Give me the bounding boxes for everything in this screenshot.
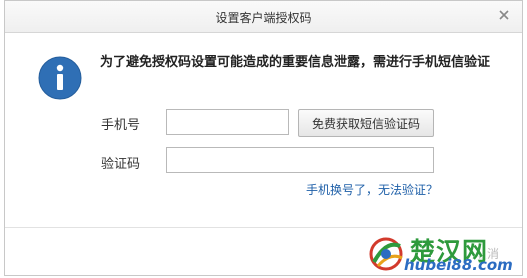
dialog-titlebar: 设置客户端授权码 (5, 1, 522, 33)
close-icon[interactable] (496, 7, 512, 23)
verification-code-input[interactable] (166, 147, 434, 173)
get-sms-code-button[interactable]: 免费获取短信验证码 (298, 109, 434, 137)
phone-input[interactable] (166, 109, 289, 135)
dialog-title: 设置客户端授权码 (215, 11, 312, 25)
footer-divider (5, 227, 522, 228)
cannot-verify-link[interactable]: 手机换号了，无法验证？ (306, 181, 438, 198)
watermark-url: hubei88.com (404, 256, 513, 274)
phone-label: 手机号 (101, 118, 141, 133)
code-label: 验证码 (101, 157, 141, 172)
verification-message: 为了避免授权码设置可能造成的重要信息泄露，需进行手机短信验证 (100, 55, 491, 70)
info-icon (38, 56, 82, 100)
watermark-logo: 楚汉网 hubei88.com (366, 232, 521, 276)
